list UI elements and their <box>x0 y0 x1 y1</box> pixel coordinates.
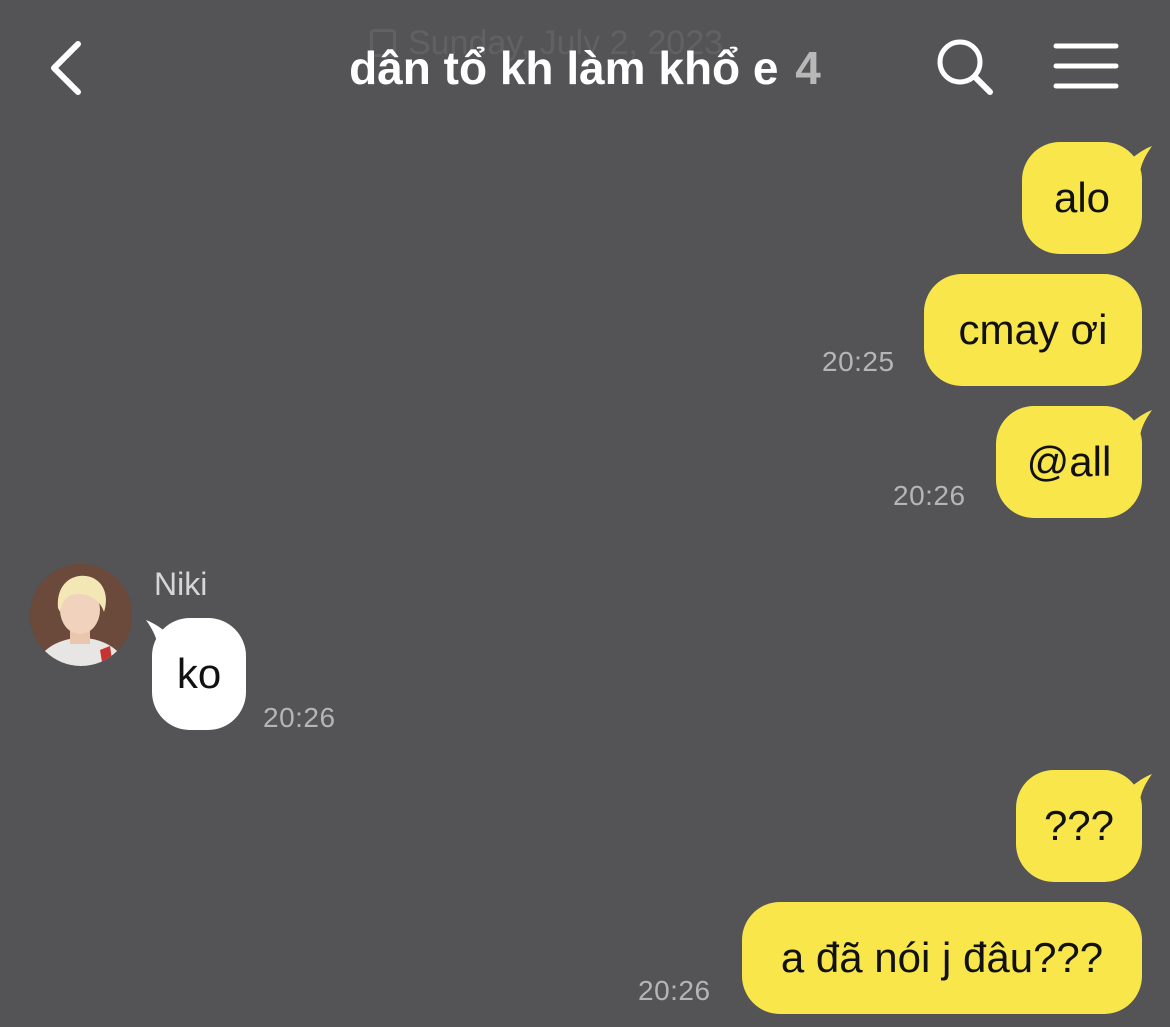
sender-name: Niki <box>154 566 208 602</box>
chat-header: Sunday, July 2, 2023 dân tổ kh làm khổ e… <box>0 0 1170 130</box>
search-icon <box>937 39 993 95</box>
member-count: 4 <box>795 42 821 94</box>
message-bubble[interactable]: a đã nói j đâu??? <box>742 902 1142 1014</box>
message-text: alo <box>1053 174 1111 221</box>
message-bubble[interactable]: cmay ơi <box>924 274 1142 386</box>
message-text: ??? <box>1043 802 1115 849</box>
message-time: 20:26 <box>263 702 336 733</box>
search-button[interactable] <box>932 36 998 98</box>
chevron-left-icon <box>51 41 81 95</box>
message-time: 20:26 <box>638 975 711 1006</box>
message-time: 20:26 <box>893 480 966 511</box>
chat-title[interactable]: dân tổ kh làm khổ e 4 <box>240 40 930 96</box>
message-bubble[interactable]: ??? <box>1016 770 1142 882</box>
message-text: a đã nói j đâu??? <box>780 934 1104 981</box>
message-text: @all <box>1026 438 1112 485</box>
message-text: cmay ơi <box>958 306 1108 353</box>
avatar[interactable] <box>30 564 132 666</box>
chat-room-name: dân tổ kh làm khổ e <box>349 42 779 94</box>
message-text: ko <box>176 650 222 697</box>
message-bubble[interactable]: @all <box>996 406 1142 518</box>
back-button[interactable] <box>40 36 96 100</box>
message-bubble[interactable]: ko <box>152 618 246 730</box>
message-bubble[interactable]: alo <box>1022 142 1142 254</box>
menu-button[interactable] <box>1052 40 1120 92</box>
avatar-image <box>30 564 132 666</box>
message-time: 20:25 <box>822 346 895 377</box>
hamburger-menu-icon <box>1053 43 1119 89</box>
